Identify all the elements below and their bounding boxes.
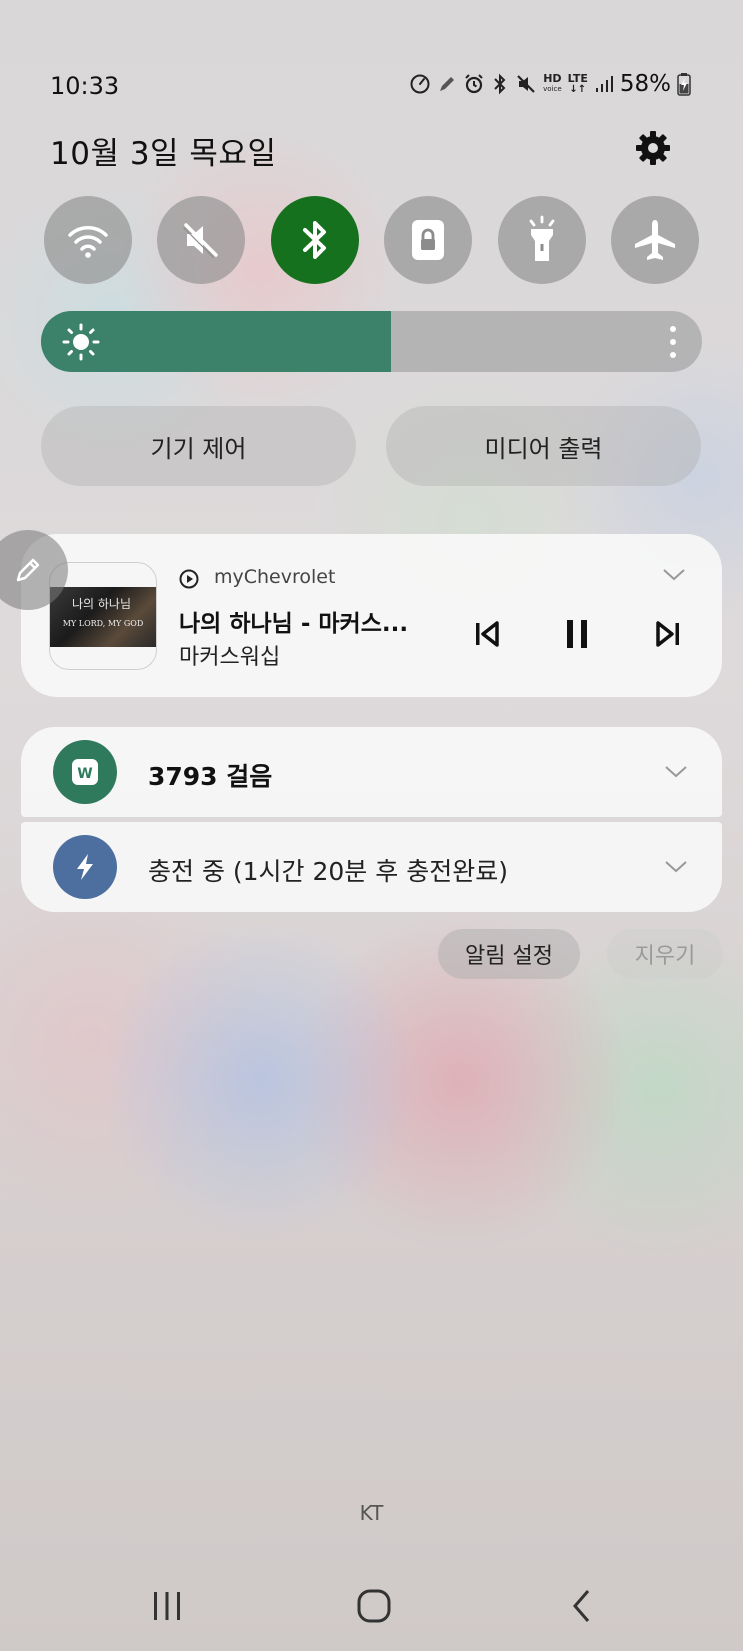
- airplane-toggle[interactable]: [610, 196, 699, 284]
- voice-label: voice: [543, 85, 562, 93]
- status-bar: 10:33 HD voice LTE ↓↑ 58%: [0, 62, 743, 112]
- back-icon: [573, 1590, 590, 1622]
- album-art-title: 나의 하나님: [72, 597, 132, 611]
- media-artist: 마커스워십: [179, 645, 281, 670]
- mute-icon: [515, 70, 537, 98]
- navigation-bar: [0, 1580, 743, 1630]
- battery-charging-icon: [677, 70, 691, 98]
- steps-text: 3793 걸음: [148, 762, 273, 791]
- chevron-down-icon[interactable]: [664, 860, 688, 874]
- steps-notification[interactable]: W 3793 걸음: [21, 727, 722, 817]
- chevron-down-icon[interactable]: [664, 765, 688, 779]
- mute-toggle[interactable]: [157, 196, 246, 284]
- pen-icon: [16, 558, 40, 582]
- clear-button[interactable]: 지우기: [607, 929, 723, 979]
- lightning-icon: [53, 835, 117, 899]
- recent-apps-icon: [154, 1592, 180, 1620]
- status-time: 10:33: [50, 72, 120, 100]
- album-art-subtitle: MY LORD, MY GOD: [62, 619, 144, 628]
- bluetooth-icon: [491, 70, 509, 98]
- play-circle-icon: [179, 569, 199, 589]
- home-icon: [357, 1589, 391, 1623]
- lte-label: LTE: [567, 72, 588, 85]
- previous-button[interactable]: [470, 617, 504, 651]
- bluetooth-toggle[interactable]: [270, 196, 359, 284]
- media-output-button[interactable]: 미디어 출력: [386, 406, 701, 486]
- gear-icon[interactable]: [633, 128, 673, 168]
- signal-icon: [594, 70, 614, 98]
- next-icon: [656, 621, 679, 647]
- hd-label: HD: [543, 72, 562, 85]
- device-control-button[interactable]: 기기 제어: [41, 406, 356, 486]
- lte-icon: LTE ↓↑: [567, 72, 588, 95]
- charging-notification[interactable]: 충전 중 (1시간 20분 후 충전완료): [21, 822, 722, 912]
- carrier-label: KT: [359, 1501, 384, 1525]
- wifi-icon: [68, 226, 108, 258]
- media-title: 나의 하나님 - 마커스...: [179, 611, 409, 637]
- more-options-icon[interactable]: [668, 325, 678, 359]
- status-icons: HD voice LTE ↓↑ 58%: [409, 70, 691, 98]
- home-button[interactable]: [352, 1584, 396, 1628]
- recent-apps-button[interactable]: [145, 1584, 189, 1628]
- svg-text:W: W: [77, 766, 92, 782]
- next-button[interactable]: [651, 617, 685, 651]
- pause-icon: [567, 620, 587, 648]
- chevron-down-icon[interactable]: [662, 568, 686, 582]
- battery-percent: 58%: [619, 71, 671, 97]
- wifi-toggle[interactable]: [44, 196, 132, 284]
- airplane-icon: [634, 220, 675, 260]
- media-player-card[interactable]: 나의 하나님 MY LORD, MY GOD myChevrolet 나의 하나…: [21, 534, 722, 697]
- bluetooth-icon: [302, 221, 326, 259]
- alarm-icon: [463, 70, 485, 98]
- speedometer-icon: [409, 70, 431, 98]
- date-label: 10월 3일 목요일: [50, 136, 277, 172]
- flashlight-toggle[interactable]: [497, 196, 586, 284]
- sun-icon: [62, 323, 100, 361]
- pause-button[interactable]: [560, 617, 594, 651]
- pen-icon: [437, 70, 457, 98]
- brightness-slider[interactable]: [41, 311, 702, 372]
- flashlight-icon: [529, 215, 554, 261]
- notification-settings-button[interactable]: 알림 설정: [438, 929, 580, 979]
- mute-icon: [183, 223, 219, 258]
- media-app-name: myChevrolet: [214, 566, 336, 588]
- previous-icon: [476, 621, 499, 647]
- quick-settings-row: [44, 196, 699, 284]
- back-button[interactable]: [560, 1584, 604, 1628]
- hd-voice-icon: HD voice: [543, 70, 562, 98]
- charging-text: 충전 중 (1시간 20분 후 충전완료): [148, 857, 508, 886]
- screen-lock-toggle[interactable]: [384, 196, 473, 284]
- lock-icon: [412, 220, 445, 260]
- w-app-icon: W: [53, 740, 117, 804]
